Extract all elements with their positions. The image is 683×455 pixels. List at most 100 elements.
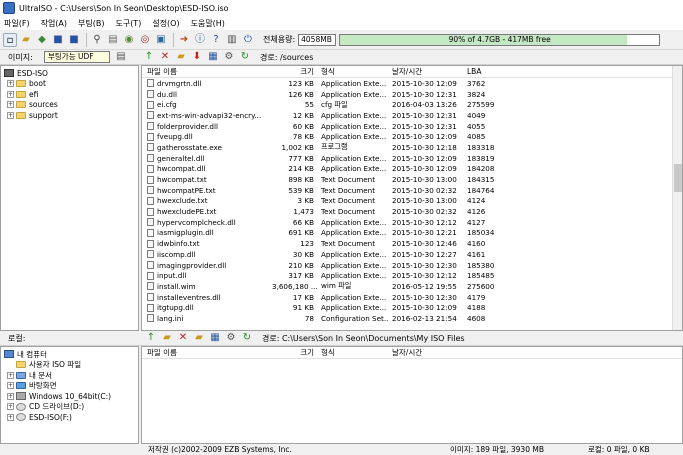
boot-info-icon[interactable]: ▤	[114, 50, 128, 64]
table-row[interactable]: hwexcludePE.txt 1,473 Text Document 2015-10…	[142, 206, 682, 217]
burn-icon[interactable]: ◎	[138, 33, 152, 47]
table-row[interactable]: du.dll 126 KB Application Exte... 2015-10-3…	[142, 89, 682, 100]
tree-node-drive-f[interactable]: + ESD-ISO(F:)	[4, 412, 135, 423]
tree-node-efi[interactable]: + efi	[4, 89, 135, 100]
file-icon	[147, 122, 154, 131]
register-icon[interactable]: ▥	[225, 33, 239, 47]
table-row[interactable]: generaltel.dll 777 KB Application Exte... 2…	[142, 153, 682, 164]
save-icon[interactable]: ■	[51, 33, 65, 47]
folder-icon	[16, 80, 26, 88]
file-type-cell: Application Exte...	[321, 121, 387, 131]
table-row[interactable]: ei.cfg 55 cfg 파일 2016-04-03 13:26 275599	[142, 99, 682, 110]
column-header-date[interactable]: 날자/시간	[389, 66, 464, 77]
extract-icon[interactable]: ◆	[35, 33, 49, 47]
tree-node-my-documents[interactable]: + 내 문서	[4, 370, 135, 381]
menu-file[interactable]: 파일(F)	[4, 18, 30, 29]
column-header-lba[interactable]: LBA	[464, 67, 504, 76]
column-header-type[interactable]: 형식	[318, 347, 389, 358]
table-row[interactable]: folderprovider.dll 60 KB Application Exte.…	[142, 121, 682, 132]
expand-toggle[interactable]: +	[7, 403, 14, 411]
column-header-type[interactable]: 형식	[318, 66, 389, 77]
table-row[interactable]: hwcompatPE.txt 539 KB Text Document 2015-10…	[142, 185, 682, 196]
power-icon[interactable]: ⏻	[241, 33, 255, 47]
save-as-icon[interactable]: ■	[67, 33, 81, 47]
expand-toggle[interactable]: +	[7, 371, 14, 379]
table-row[interactable]: hwexclude.txt 3 KB Text Document 2015-10-30…	[142, 196, 682, 207]
file-date-cell: 2015-10-30 12:46	[392, 239, 457, 249]
new-folder-icon[interactable]: ▰	[160, 331, 174, 345]
table-row[interactable]: itgtupg.dll 91 KB Application Exte... 2015-…	[142, 302, 682, 313]
expand-toggle[interactable]: +	[7, 101, 14, 109]
new-icon[interactable]: ▫	[3, 32, 17, 47]
menu-bootable[interactable]: 부팅(B)	[78, 18, 104, 29]
menu-tools[interactable]: 도구(T)	[115, 18, 141, 29]
table-row[interactable]: hypervcomplcheck.dll 66 KB Application Ext…	[142, 217, 682, 228]
tree-node-drive-c[interactable]: + Windows 10_64bit(C:)	[4, 391, 135, 402]
sort-icon[interactable]: ▦	[206, 50, 220, 64]
table-row[interactable]: iasmigplugin.dll 691 KB Application Exte..…	[142, 228, 682, 239]
tree-node-esd-iso[interactable]: ESD-ISO	[4, 68, 135, 79]
find-icon[interactable]: ⚲	[90, 33, 104, 47]
tree-node-user-iso-files[interactable]: 사용자 ISO 파일	[4, 360, 135, 371]
table-row[interactable]: input.dll 317 KB Application Exte... 2015-1…	[142, 270, 682, 281]
mount-icon[interactable]: ▣	[154, 33, 168, 47]
delete-icon[interactable]: ✕	[158, 50, 172, 64]
column-header-name[interactable]: 파일 이름	[142, 347, 272, 358]
info-icon[interactable]: ⓘ	[193, 33, 207, 47]
red-arrow-icon[interactable]: ⬇	[190, 50, 204, 64]
table-row[interactable]: installeventres.dll 17 KB Application Exte…	[142, 292, 682, 303]
exit-icon[interactable]: ➜	[177, 33, 191, 47]
table-row[interactable]: ext-ms-win-advapi32-encry... 12 KB Applica…	[142, 110, 682, 121]
table-row[interactable]: install.wim 3,606,180 ... wim 파일 2016-05-12…	[142, 281, 682, 292]
column-header-size[interactable]: 크기	[272, 66, 318, 77]
compress-icon[interactable]: ◉	[122, 33, 136, 47]
folder-icon[interactable]: ▰	[192, 331, 206, 345]
tree-node-support[interactable]: + support	[4, 110, 135, 121]
expand-toggle[interactable]: +	[7, 413, 14, 421]
tree-node-desktop[interactable]: + 바탕화면	[4, 381, 135, 392]
file-name-cell: folderprovider.dll	[142, 122, 272, 131]
tree-node-sources[interactable]: + sources	[4, 100, 135, 111]
tree-node-drive-d[interactable]: + CD 드라이브(D:)	[4, 402, 135, 413]
file-name-text: drvmgrtn.dll	[157, 78, 202, 88]
up-folder-icon[interactable]: ↑	[144, 331, 158, 345]
expand-toggle[interactable]: +	[7, 392, 14, 400]
table-row[interactable]: hwcompat.dll 214 KB Application Exte... 201…	[142, 164, 682, 175]
table-row[interactable]: imagingprovider.dll 210 KB Application Ext…	[142, 260, 682, 271]
menu-actions[interactable]: 작업(A)	[41, 18, 67, 29]
table-row[interactable]: gatherosstate.exe 1,002 KB 프로그램 2015-10-30 …	[142, 142, 682, 153]
title-bar: UltraISO - C:\Users\Son In Seon\Desktop\…	[0, 0, 683, 16]
table-row[interactable]: drvmgrtn.dll 123 KB Application Exte... 201…	[142, 78, 682, 89]
menu-options[interactable]: 설정(O)	[152, 18, 179, 29]
table-row[interactable]: lang.ini 78 Configuration Set... 2016-02-13…	[142, 313, 682, 324]
sort-icon[interactable]: ▦	[208, 331, 222, 345]
table-row[interactable]: iiscomp.dll 30 KB Application Exte... 2015-…	[142, 249, 682, 260]
column-header-name[interactable]: 파일 이름	[142, 66, 272, 77]
table-row[interactable]: fveupg.dll 78 KB Application Exte... 2015-1…	[142, 131, 682, 142]
vertical-scrollbar[interactable]	[672, 66, 682, 330]
new-folder-icon[interactable]: ▰	[174, 50, 188, 64]
properties-icon[interactable]: ▤	[106, 33, 120, 47]
capacity-value[interactable]: 4058MB	[298, 33, 337, 46]
column-header-size[interactable]: 크기	[272, 347, 318, 358]
scroll-thumb[interactable]	[674, 164, 682, 192]
refresh-icon[interactable]: ↻	[238, 50, 252, 64]
expand-toggle[interactable]: +	[7, 382, 14, 390]
up-folder-icon[interactable]: ↑	[142, 50, 156, 64]
table-row[interactable]: idwbinfo.txt 123 Text Document 2015-10-30 1…	[142, 238, 682, 249]
tree-node-boot[interactable]: + boot	[4, 79, 135, 90]
table-row[interactable]: hwcompat.txt 898 KB Text Document 2015-10-3…	[142, 174, 682, 185]
open-icon[interactable]: ▰	[19, 33, 33, 47]
column-header-date[interactable]: 날자/시간	[389, 347, 464, 358]
expand-toggle[interactable]: +	[7, 90, 14, 98]
settings-icon[interactable]: ⚙	[224, 331, 238, 345]
refresh-icon[interactable]: ↻	[240, 331, 254, 345]
menu-help[interactable]: 도움말(H)	[191, 18, 225, 29]
delete-icon[interactable]: ✕	[176, 331, 190, 345]
boot-type-field[interactable]: 부팅가능 UDF	[44, 51, 110, 63]
help-icon[interactable]: ?	[209, 33, 223, 47]
settings-icon[interactable]: ⚙	[222, 50, 236, 64]
expand-toggle[interactable]: +	[7, 80, 14, 88]
tree-node-my-computer[interactable]: 내 컴퓨터	[4, 349, 135, 360]
expand-toggle[interactable]: +	[7, 111, 14, 119]
